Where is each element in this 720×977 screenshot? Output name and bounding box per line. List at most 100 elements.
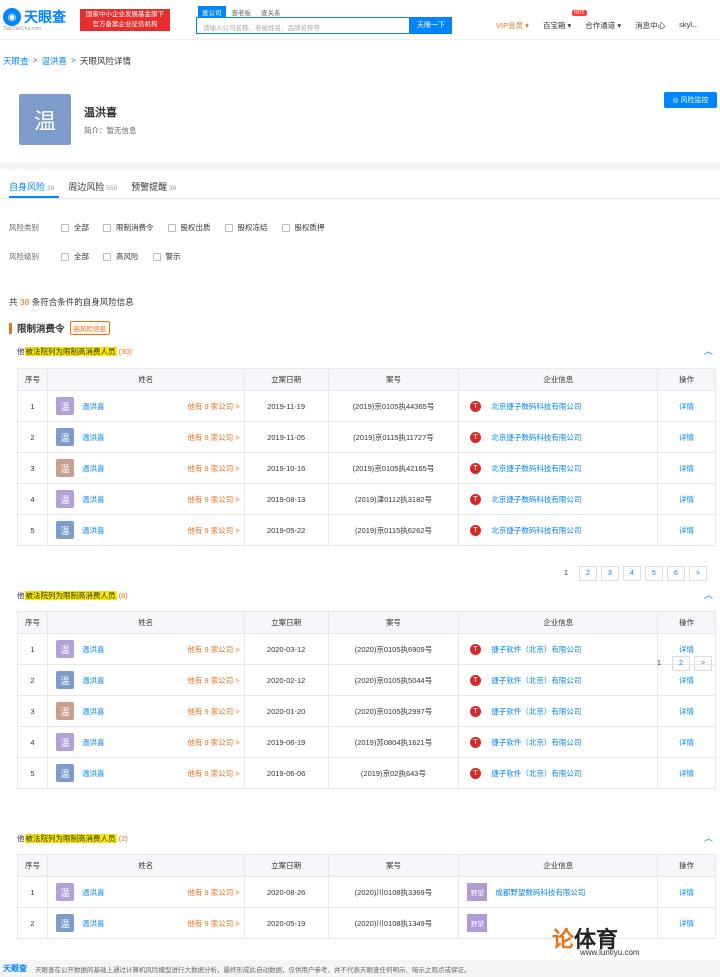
detail-link[interactable]: 详情 <box>679 769 694 778</box>
other-companies-link[interactable]: 他有 9 家公司 > <box>187 463 239 474</box>
person-avatar: 温 <box>55 702 74 720</box>
checkbox[interactable] <box>103 223 111 232</box>
collapse-chevron-icon[interactable]: ︿ <box>704 831 713 844</box>
filter-option[interactable]: 股权冻结 <box>224 222 268 233</box>
search-button[interactable]: 天眼一下 <box>410 17 452 34</box>
filter-option[interactable]: 股权质押 <box>281 222 325 233</box>
detail-link[interactable]: 详情 <box>679 707 694 716</box>
checkbox[interactable] <box>61 252 69 261</box>
detail-link[interactable]: 详情 <box>679 676 694 685</box>
page-button[interactable]: 1 <box>650 656 668 671</box>
tab-warning[interactable]: 预警提醒 38 <box>131 180 176 193</box>
other-companies-link[interactable]: 他有 9 家公司 > <box>187 737 239 748</box>
other-companies-link[interactable]: 他有 9 家公司 > <box>187 494 239 505</box>
search-input[interactable]: 请输入公司名称、老板姓名、品牌名称等 <box>196 17 410 34</box>
breadcrumb-home[interactable]: 天眼查 <box>3 55 29 67</box>
person-name-link[interactable]: 温洪喜 <box>82 918 105 929</box>
page-button[interactable]: 4 <box>623 566 641 581</box>
person-name-link[interactable]: 温洪喜 <box>82 401 105 412</box>
person-name-link[interactable]: 温洪喜 <box>82 768 105 779</box>
page-button[interactable]: 2 <box>579 566 597 581</box>
company-link[interactable]: 北京捷子数码科技有限公司 <box>491 401 581 412</box>
nav-toolbox[interactable]: 百宝箱 ▾ <box>543 20 571 31</box>
other-companies-link[interactable]: 他有 9 家公司 > <box>187 432 239 443</box>
person-name-link[interactable]: 温洪喜 <box>82 675 105 686</box>
checkbox[interactable] <box>281 223 290 232</box>
other-companies-link[interactable]: 他有 9 家公司 > <box>187 644 239 655</box>
detail-link[interactable]: 详情 <box>679 433 694 442</box>
company-link[interactable]: 捷子软件（北京）有限公司 <box>491 675 581 686</box>
company-link[interactable]: 北京捷子数码科技有限公司 <box>491 494 581 505</box>
case-number: (2019)京0115执6262号 <box>327 514 460 546</box>
company-link[interactable]: 成都野望数码科技有限公司 <box>495 887 585 898</box>
person-name-link[interactable]: 温洪喜 <box>82 887 105 898</box>
company-logo-icon: T <box>469 674 481 686</box>
checkbox[interactable] <box>61 223 69 232</box>
filter-option[interactable]: 警示 <box>152 251 181 262</box>
filter-option[interactable]: 高风险 <box>103 251 139 262</box>
company-link[interactable]: 捷子软件（北京）有限公司 <box>491 768 581 779</box>
risk-monitor-button[interactable]: ◎ 风险监控 <box>664 92 717 108</box>
person-name-link[interactable]: 温洪喜 <box>82 706 105 717</box>
nav-user[interactable]: skyl... <box>679 20 698 31</box>
company-link[interactable]: 捷子软件（北京）有限公司 <box>491 706 581 717</box>
checkbox[interactable] <box>167 223 176 232</box>
filter-option[interactable]: 全部 <box>61 251 89 262</box>
detail-link[interactable]: 详情 <box>679 402 694 411</box>
page-button[interactable]: 3 <box>601 566 619 581</box>
nav-messages[interactable]: 消息中心 <box>635 20 665 31</box>
other-companies-link[interactable]: 他有 9 家公司 > <box>187 918 239 929</box>
other-companies-link[interactable]: 他有 9 家公司 > <box>187 706 239 717</box>
other-companies-link[interactable]: 他有 9 家公司 > <box>187 675 239 686</box>
page-button[interactable]: 5 <box>645 566 663 581</box>
page-button[interactable]: 6 <box>667 566 685 581</box>
next-page-button[interactable]: > <box>694 656 712 671</box>
next-page-button[interactable]: > <box>689 566 707 581</box>
person-name-link[interactable]: 温洪喜 <box>82 644 105 655</box>
collapse-chevron-icon[interactable]: ︿ <box>704 344 713 357</box>
company-logo-icon: T <box>469 736 481 748</box>
tab-self-risk[interactable]: 自身风险 38 <box>9 180 54 193</box>
company-cell: T 北京捷子数码科技有限公司 <box>458 390 659 422</box>
detail-link[interactable]: 详情 <box>679 495 694 504</box>
other-companies-link[interactable]: 他有 9 家公司 > <box>187 525 239 536</box>
other-companies-link[interactable]: 他有 9 家公司 > <box>187 401 239 412</box>
company-link[interactable]: 捷子软件（北京）有限公司 <box>491 644 581 655</box>
company-link[interactable]: 北京捷子数码科技有限公司 <box>491 525 581 536</box>
column-header: 立案日期 <box>243 854 329 877</box>
detail-link[interactable]: 详情 <box>679 645 694 654</box>
page-button[interactable]: 2 <box>672 656 690 671</box>
promo-banner[interactable]: 国家中小企业发展基金旗下 官方备案企业征信机构 <box>80 9 170 31</box>
detail-link[interactable]: 详情 <box>679 526 694 535</box>
detail-link[interactable]: 详情 <box>679 888 694 897</box>
detail-link[interactable]: 详情 <box>679 464 694 473</box>
other-companies-link[interactable]: 他有 9 家公司 > <box>187 768 239 779</box>
checkbox[interactable] <box>224 223 233 232</box>
filter-risk-level: 风险级别 全部 高风险 警示 <box>9 251 195 262</box>
company-link[interactable]: 捷子软件（北京）有限公司 <box>491 737 581 748</box>
filter-option[interactable]: 限制消费令 <box>103 222 154 233</box>
company-link[interactable]: 北京捷子数码科技有限公司 <box>491 463 581 474</box>
site-logo[interactable]: ◉ 天眼查 <box>3 8 66 26</box>
company-link[interactable]: 北京捷子数码科技有限公司 <box>491 432 581 443</box>
collapse-chevron-icon[interactable]: ︿ <box>704 588 713 601</box>
person-name-link[interactable]: 温洪喜 <box>82 432 105 443</box>
tab-surrounding-risk[interactable]: 周边风险 559 <box>68 180 117 193</box>
person-name-link[interactable]: 温洪喜 <box>82 525 105 536</box>
filter-option[interactable]: 股权出质 <box>167 222 211 233</box>
filter-option[interactable]: 全部 <box>61 222 89 233</box>
company-logo: T <box>467 765 484 781</box>
detail-link[interactable]: 详情 <box>679 919 694 928</box>
other-companies-link[interactable]: 他有 9 家公司 > <box>187 887 239 898</box>
page-button[interactable]: 1 <box>557 566 575 581</box>
person-name-link[interactable]: 温洪喜 <box>82 737 105 748</box>
person-name-link[interactable]: 温洪喜 <box>82 463 105 474</box>
detail-link[interactable]: 详情 <box>679 738 694 747</box>
column-header: 企业信息 <box>458 611 659 634</box>
nav-cooperation[interactable]: 合作通道 ▾ <box>585 20 621 31</box>
nav-vip[interactable]: VIP会员 ▾ <box>496 20 529 31</box>
person-name-link[interactable]: 温洪喜 <box>82 494 105 505</box>
checkbox[interactable] <box>103 252 111 261</box>
breadcrumb-person[interactable]: 温洪喜 <box>41 55 67 67</box>
checkbox[interactable] <box>152 252 161 261</box>
